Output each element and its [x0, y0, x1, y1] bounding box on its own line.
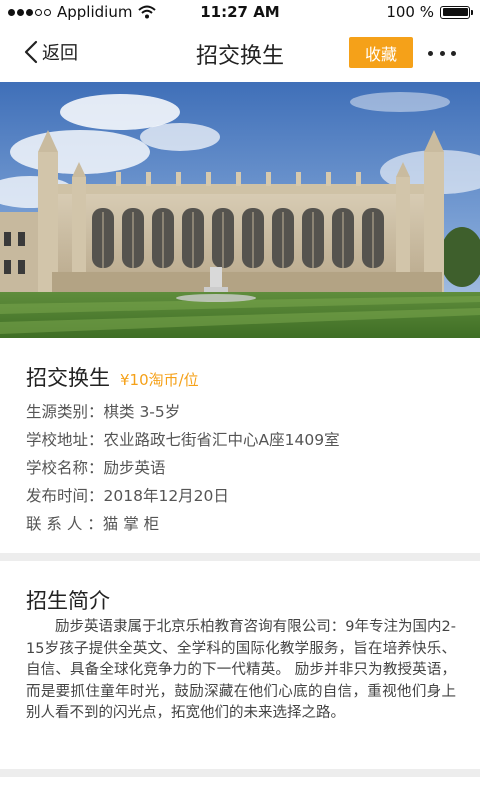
info-label: 学校地址：: [26, 431, 104, 449]
info-value: 农业路政七街省汇中心A座1409室: [103, 431, 340, 449]
info-row-school-name: 学校名称：励步英语: [26, 456, 166, 478]
info-label: 联 系 人 ：: [26, 515, 103, 533]
price-tag: ¥10淘币/位: [120, 371, 199, 389]
nav-bar: 返回 招交换生 收藏: [0, 24, 480, 82]
info-title-row: 招交换生 ¥10淘币/位: [26, 362, 199, 392]
info-title: 招交换生: [26, 366, 110, 390]
info-row-address: 学校地址：农业路政七街省汇中心A座1409室: [26, 428, 340, 450]
info-value: 2018年12月20日: [103, 487, 229, 505]
intro-section: 招生简介 励步英语隶属于北京乐柏教育咨询有限公司：9年专注为国内2-15岁孩子提…: [0, 561, 480, 769]
battery-level: [442, 8, 468, 16]
battery-icon: [440, 5, 473, 19]
intro-body: 励步英语隶属于北京乐柏教育咨询有限公司：9年专注为国内2-15岁孩子提供全英文、…: [26, 619, 456, 721]
intro-title: 招生简介: [26, 589, 110, 613]
info-row-contact: 联 系 人 ：猫 掌 柜: [26, 512, 159, 534]
more-icon[interactable]: [428, 44, 456, 62]
status-right: 100 %: [386, 3, 473, 21]
info-value: 棋类 3-5岁: [103, 403, 181, 421]
info-row-publish-date: 发布时间：2018年12月20日: [26, 484, 229, 506]
section-divider: [0, 553, 480, 561]
info-section: 招交换生 ¥10淘币/位 生源类别：棋类 3-5岁 学校地址：农业路政七街省汇中…: [0, 338, 480, 553]
chapel-photo: [0, 82, 480, 338]
favorite-button[interactable]: 收藏: [349, 37, 413, 68]
status-bar: Applidium 11:27 AM 100 %: [0, 0, 480, 24]
info-row-category: 生源类别：棋类 3-5岁: [26, 400, 180, 422]
info-label: 生源类别：: [26, 403, 104, 421]
info-label: 发布时间：: [26, 487, 104, 505]
info-value: 励步英语: [103, 459, 166, 477]
info-label: 学校名称：: [26, 459, 104, 477]
hero-image: [0, 82, 480, 338]
section-divider: [0, 769, 480, 777]
info-value: 猫 掌 柜: [102, 515, 160, 533]
battery-percent: 100 %: [386, 3, 434, 21]
